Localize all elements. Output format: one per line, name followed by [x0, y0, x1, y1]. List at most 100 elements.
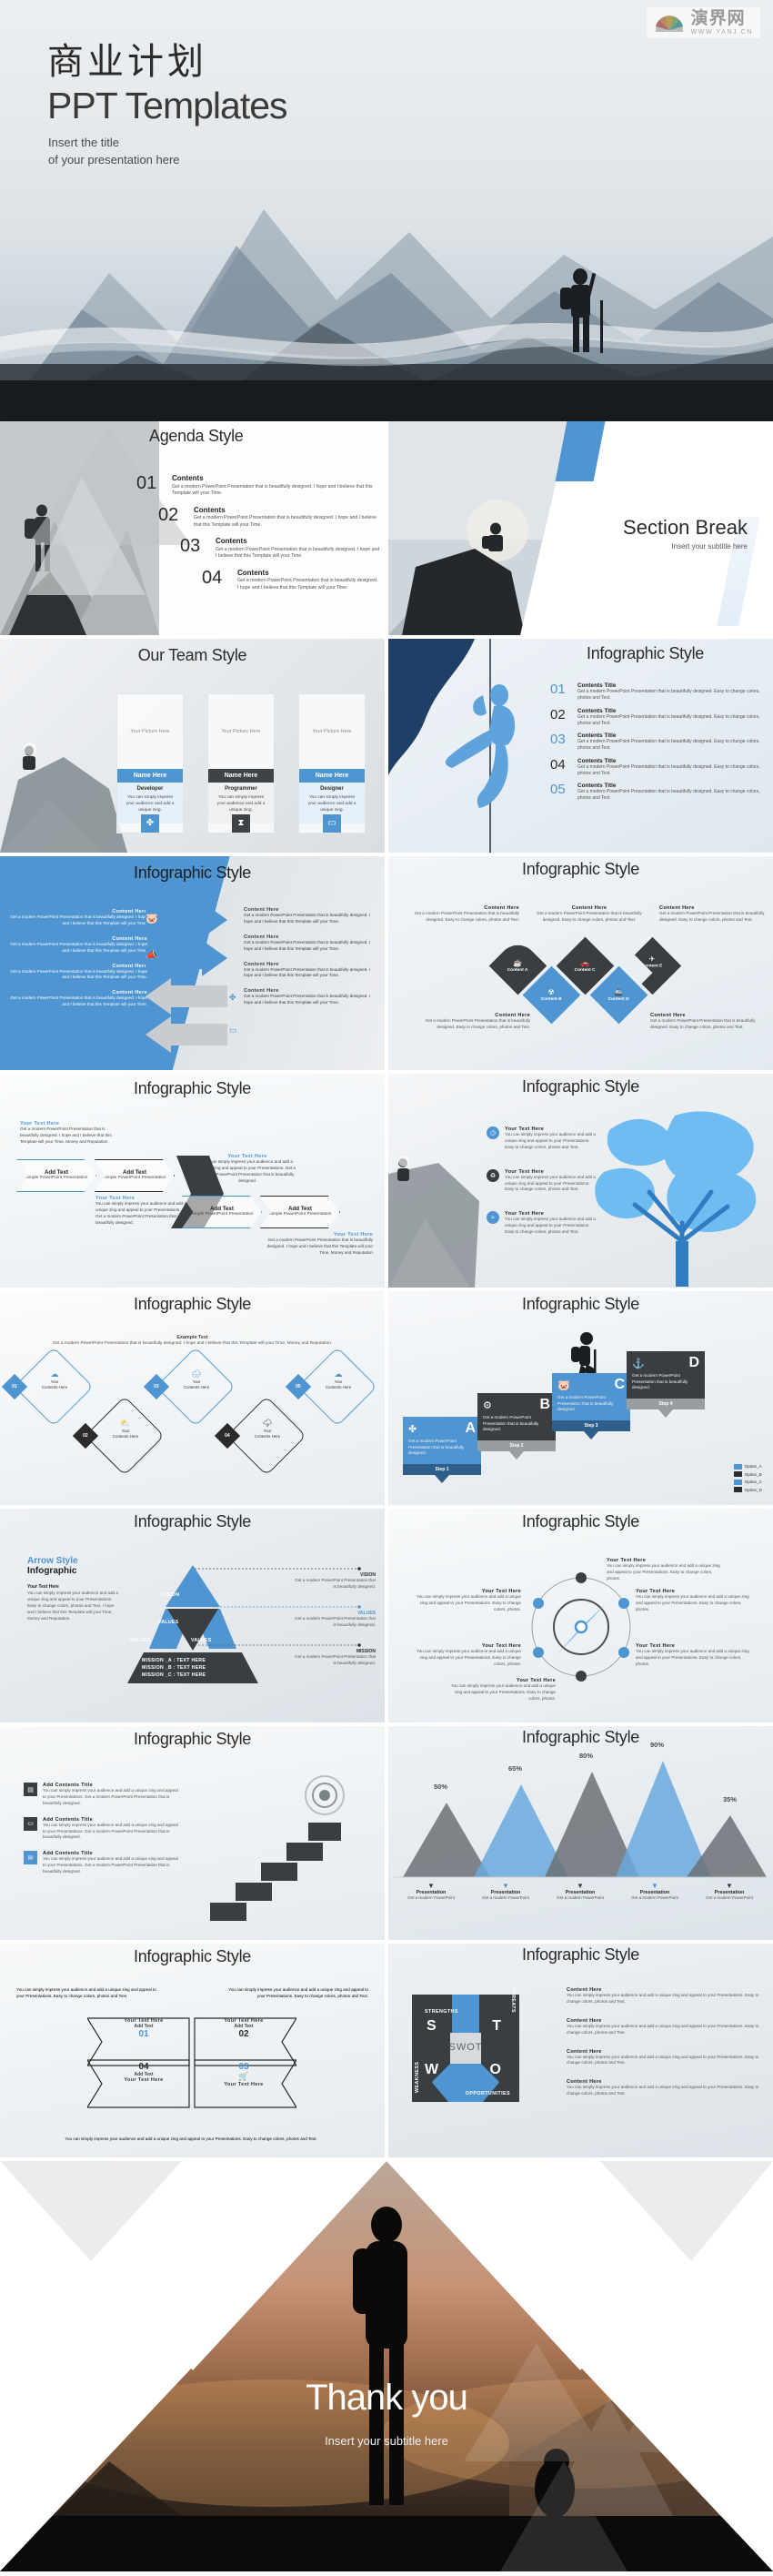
agenda-item[interactable]: 04 Contents Get a modern PowerPoint Pres…	[202, 569, 380, 592]
info-number-item[interactable]: 04 Contents Title Get a modern PowerPoin…	[550, 758, 765, 778]
flag-card[interactable]: 04 Add Text Your Text Here	[98, 2062, 189, 2083]
weather-num: 04	[225, 1433, 230, 1439]
tree-item[interactable]: ≈ Your Text Here You can simply impress …	[487, 1211, 596, 1236]
pyramid-callout[interactable]: VALUES Get a modern PowerPoint Presentat…	[294, 1611, 376, 1629]
agenda-item-number: 02	[158, 504, 179, 525]
slide-row-6: Infographic Style Arrow Style Infographi…	[0, 1509, 773, 1726]
chevron-step[interactable]: Add Text Simple PowerPoint Presentation	[95, 1159, 175, 1192]
info-number-item[interactable]: 02 Contents Title Get a modern PowerPoin…	[550, 708, 765, 728]
info-number-item[interactable]: 01 Contents Title Get a modern PowerPoin…	[550, 682, 765, 702]
logo-url: WWW.YANJ.CN	[690, 29, 753, 35]
flag-heading: Your Text Here	[124, 2077, 164, 2083]
agenda-item[interactable]: 03 Contents Get a modern PowerPoint Pres…	[180, 537, 380, 561]
arrow-text-item[interactable]: Content Here Get a modern PowerPoint Pre…	[244, 934, 378, 953]
weather-node[interactable]: ☁ Your Contents Here 05	[285, 1347, 377, 1427]
legend-item[interactable]: Option_B	[733, 1471, 762, 1477]
weather-node[interactable]: 🌩 Your Contents Here 04	[214, 1396, 306, 1476]
pyramid-callout[interactable]: VISION Get a modern PowerPoint Presentat…	[294, 1572, 376, 1591]
info-weather-title: Infographic Style	[134, 1295, 251, 1313]
stairs-item[interactable]: ✉ Add Contents Title You can simply impr…	[24, 1851, 180, 1875]
swot-item[interactable]: Content Here You can simply impress your…	[567, 2018, 759, 2036]
weather-node[interactable]: ⛅ Your Contents Here 02	[72, 1396, 165, 1476]
compass-item[interactable]: Your Text Here You can simply impress yo…	[414, 1643, 521, 1668]
stairs-item[interactable]: ▤ Add Contents Title You can simply impr…	[24, 1783, 180, 1807]
legend-swatch	[733, 1487, 742, 1492]
slide-row-5: Infographic Style Example Text Get a mod…	[0, 1291, 773, 1509]
diamond-top-text[interactable]: Content Here Get a modern PowerPoint Pre…	[534, 905, 645, 924]
pyramid-callout[interactable]: MISSION Get a modern PowerPoint Presenta…	[294, 1649, 376, 1667]
chart-category[interactable]: ▼ Presentation Get a modern PowerPoint	[617, 1883, 692, 1901]
stairs-item[interactable]: ▭ Add Contents Title You can simply impr…	[24, 1816, 180, 1842]
info-number-item[interactable]: 03 Contents Title Get a modern PowerPoin…	[550, 732, 765, 753]
site-logo[interactable]: 演界网 WWW.YANJ.CN	[646, 7, 760, 38]
arrow-text-item[interactable]: Content Here Get a modern PowerPoint Pre…	[244, 988, 378, 1006]
flag-card[interactable]: Your Text Here Add Text 01	[98, 2018, 189, 2039]
diamond-node-e[interactable]: ✈ Content E	[624, 937, 682, 995]
team-card[interactable]: Your Picture Here Name Here Developer Yo…	[116, 693, 184, 833]
cover-subtitle: Insert the title of your presentation he…	[48, 135, 180, 169]
team-card[interactable]: Your Picture Here Name Here Designer You…	[298, 693, 366, 833]
compass-item[interactable]: Your Text Here You can simply impress yo…	[607, 1558, 723, 1582]
legend-item[interactable]: Option_A	[733, 1463, 762, 1470]
agenda-item[interactable]: 02 Contents Get a modern PowerPoint Pres…	[158, 506, 380, 530]
arrow-body: Get a modern PowerPoint Presentation tha…	[10, 968, 147, 980]
step-card[interactable]: ⚙ B Get a modern PowerPoint Presentation…	[477, 1393, 556, 1460]
arrow-text-item[interactable]: Content Here Get a modern PowerPoint Pre…	[244, 907, 378, 925]
swot-title: Infographic Style	[522, 1945, 639, 1964]
tree-item[interactable]: ◷ Your Text Here You can simply impress …	[487, 1126, 596, 1151]
legend-label: Option_B	[744, 1471, 762, 1477]
slide-info-numbers: Infographic Style 01 Contents Title Get …	[388, 639, 773, 853]
swot-square[interactable]: STRENGTHS THREATS WEAKNESS OPPORTUNITIES…	[412, 1987, 519, 2102]
arrows-group	[146, 907, 227, 1053]
weather-node[interactable]: ☁ Your Contents Here 01	[1, 1347, 94, 1427]
team-card[interactable]: Your Picture Here Name Here Programmer Y…	[207, 693, 275, 833]
weather-label-2: Contents Here	[325, 1384, 352, 1389]
callout-body: Get a modern PowerPoint Presentation tha…	[295, 1616, 376, 1627]
slide-section-break: Section Break Insert your subtitle here	[388, 421, 773, 635]
step-card[interactable]: ✤ A Get a modern PowerPoint Presentation…	[403, 1417, 481, 1483]
arrow-text-item[interactable]: Content Here Get a modern PowerPoint Pre…	[9, 936, 147, 955]
arrow-text-item[interactable]: Content Here Get a modern PowerPoint Pre…	[9, 964, 147, 982]
tree-item[interactable]: ♻ Your Text Here You can simply impress …	[487, 1168, 596, 1194]
chevron-step[interactable]: Add Text Simple PowerPoint Presentation	[182, 1196, 262, 1228]
swot-item[interactable]: Content Here You can simply impress your…	[567, 2049, 759, 2067]
chevron-sub: Simple PowerPoint Presentation	[25, 1176, 88, 1181]
chevron-step[interactable]: Add Text Simple PowerPoint Presentation	[260, 1196, 340, 1228]
compass-item[interactable]: Your Text Here You can simply impress yo…	[636, 1643, 752, 1668]
chevron-note[interactable]: Your Text Here Get a modern PowerPoint P…	[266, 1232, 373, 1257]
step-card[interactable]: 🐷 C Get a modern PowerPoint Presentation…	[552, 1373, 630, 1440]
legend-item[interactable]: Option_C	[733, 1479, 762, 1485]
compass-item[interactable]: Your Text Here You can simply impress yo…	[414, 1589, 521, 1613]
slide-info-steps: Infographic Style ✤ A Get a modern Power…	[388, 1291, 773, 1505]
compass-item[interactable]: Your Text Here You can simply impress yo…	[636, 1589, 752, 1613]
agenda-item-heading: Contents	[194, 505, 226, 514]
chart-category[interactable]: ▼ Presentation Get a modern PowerPoint	[394, 1883, 468, 1901]
diamond-top-text[interactable]: Content Here Get a modern PowerPoint Pre…	[659, 905, 770, 924]
flag-card[interactable]: Your Text Here Add Text 02	[198, 2018, 289, 2039]
swot-letter-t: T	[492, 2018, 501, 2034]
agenda-item[interactable]: 01 Contents Get a modern PowerPoint Pres…	[136, 474, 380, 498]
section-break-subtitle: Insert your subtitle here	[671, 542, 748, 551]
legend-item[interactable]: Option_D	[733, 1487, 762, 1492]
swot-item[interactable]: Content Here You can simply impress your…	[567, 1987, 759, 2005]
chevron-step[interactable]: Add Text Simple PowerPoint Presentation	[16, 1159, 96, 1192]
compass-item[interactable]: Your Text Here You can simply impress yo…	[443, 1678, 556, 1702]
arrow-text-item[interactable]: Content Here Get a modern PowerPoint Pre…	[9, 990, 147, 1008]
diamond-top-text[interactable]: Content Here Get a modern PowerPoint Pre…	[408, 905, 519, 924]
weather-node[interactable]: 🌧 Your Contents Here 03	[143, 1347, 236, 1427]
swot-item[interactable]: Content Here You can simply impress your…	[567, 2079, 759, 2097]
flag-card[interactable]: 03 🛒 Your Text Here	[198, 2062, 289, 2087]
chart-category[interactable]: ▼ Presentation Get a modern PowerPoint	[543, 1883, 617, 1901]
ppt-template-preview-page: 商业计划 PPT Templates Insert the title of y…	[0, 0, 773, 2571]
info-body: Get a modern PowerPoint Presentation tha…	[577, 763, 760, 776]
chart-category[interactable]: ▼ Presentation Get a modern PowerPoint	[468, 1883, 543, 1901]
chart-category[interactable]: ▼ Presentation Get a modern PowerPoint	[692, 1883, 767, 1901]
diamond-bottom-text[interactable]: Content Here Get a modern PowerPoint Pre…	[414, 1013, 530, 1031]
diamond-bottom-text[interactable]: Content Here Get a modern PowerPoint Pre…	[650, 1013, 767, 1031]
arrow-text-item[interactable]: Content Here Get a modern PowerPoint Pre…	[244, 962, 378, 980]
step-card[interactable]: ⚓ D Get a modern PowerPoint Presentation…	[627, 1351, 705, 1418]
info-number-item[interactable]: 05 Contents Title Get a modern PowerPoin…	[550, 783, 765, 803]
chevron-note[interactable]: Your Text Here Get a modern PowerPoint P…	[20, 1121, 118, 1146]
compass-body: You can simply impress your audience and…	[450, 1683, 556, 1701]
arrow-text-item[interactable]: Content Here Get a modern PowerPoint Pre…	[9, 909, 147, 927]
